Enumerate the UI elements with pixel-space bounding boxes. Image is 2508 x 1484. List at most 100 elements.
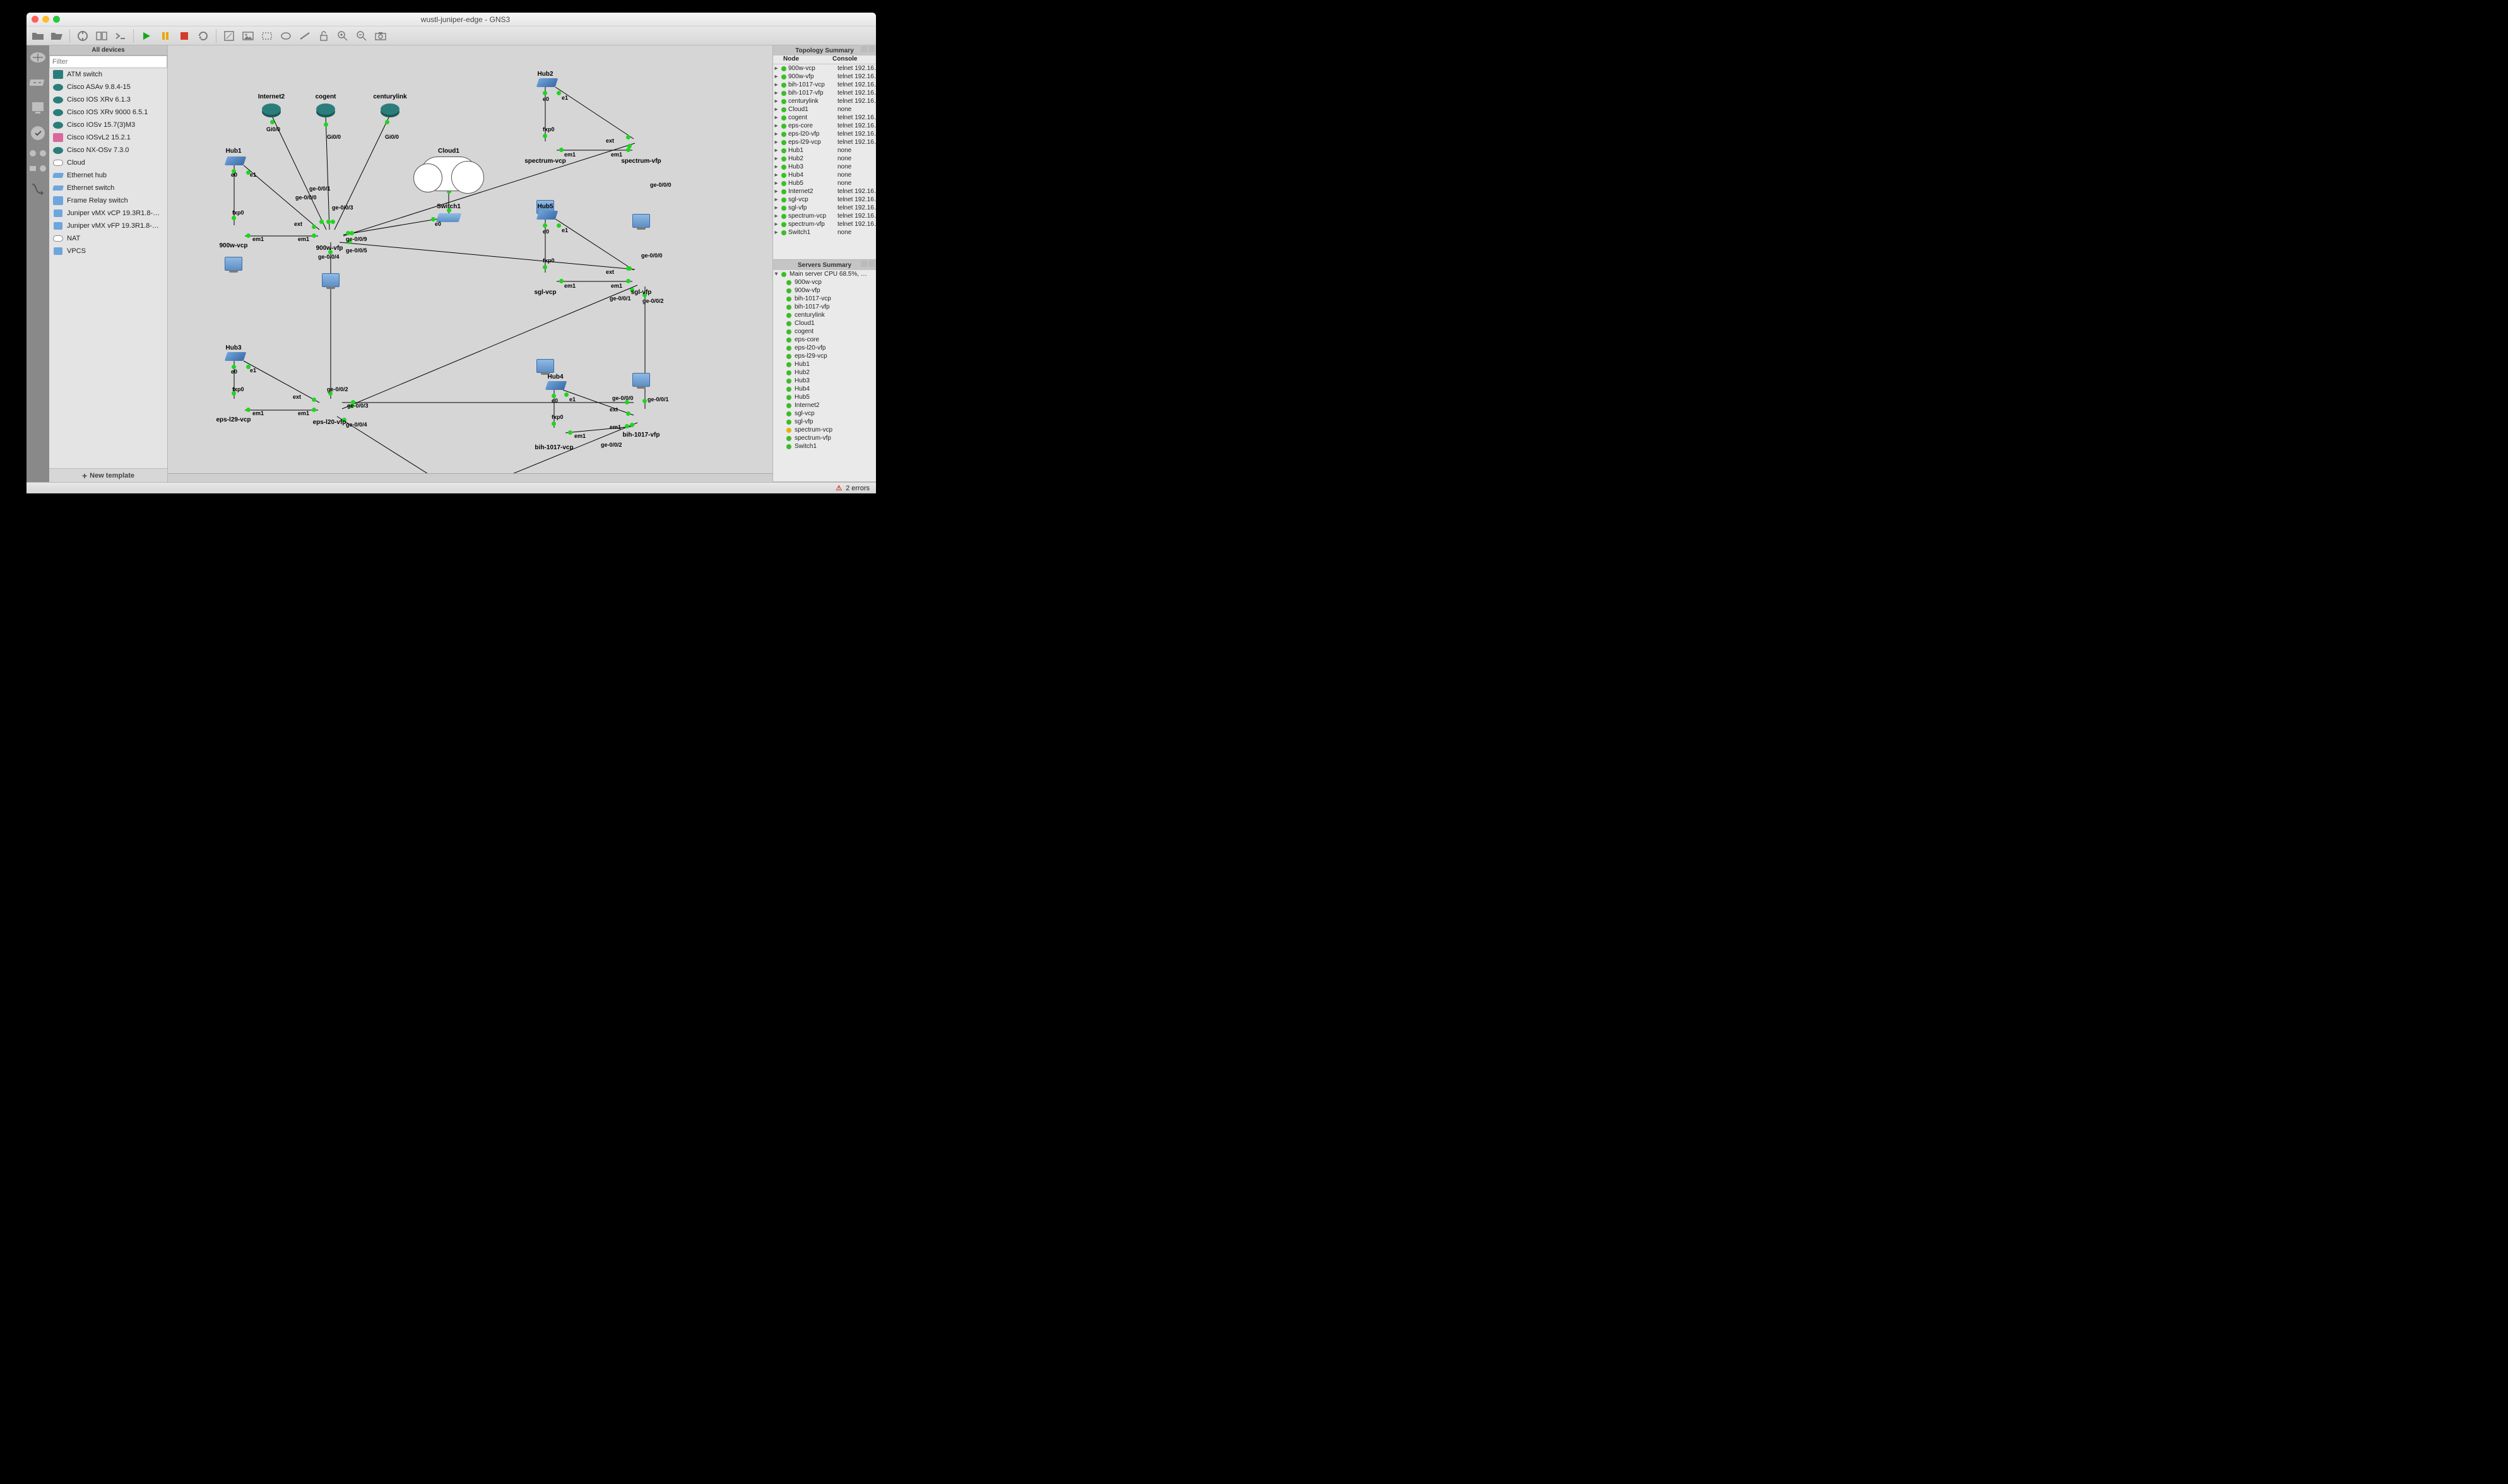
panel-close-icon[interactable] [868, 261, 875, 267]
expand-icon[interactable]: ▸ [773, 73, 779, 80]
device-item[interactable]: Frame Relay switch [49, 194, 167, 207]
server-row[interactable]: eps-l20-vfp [773, 344, 876, 352]
expand-icon[interactable]: ▸ [773, 139, 779, 146]
topology-row[interactable]: ▸eps-l20-vfptelnet 192.16… [773, 130, 876, 138]
topology-row[interactable]: ▸spectrum-vcptelnet 192.16… [773, 212, 876, 220]
device-item[interactable]: Cloud [49, 156, 167, 169]
node-hub4[interactable] [545, 381, 567, 390]
expand-icon[interactable]: ▸ [773, 163, 779, 170]
close-window-button[interactable] [32, 16, 38, 23]
panel-min-icon[interactable] [861, 261, 867, 267]
server-row[interactable]: spectrum-vfp [773, 434, 876, 442]
misc-category-1-button[interactable] [28, 149, 37, 158]
security-devices-category-button[interactable] [28, 124, 47, 143]
node-hub5[interactable] [536, 211, 559, 220]
screenshot-button[interactable] [373, 28, 388, 44]
server-row[interactable]: Hub2 [773, 368, 876, 377]
expand-icon[interactable]: ▸ [773, 180, 779, 187]
topology-row[interactable]: ▸Hub1none [773, 146, 876, 155]
reload-all-button[interactable] [196, 28, 211, 44]
expand-icon[interactable]: ▸ [773, 90, 779, 97]
server-row[interactable]: Hub1 [773, 360, 876, 368]
node-900w-vcp[interactable] [225, 257, 242, 271]
expand-icon[interactable]: ▸ [773, 213, 779, 220]
topology-row[interactable]: ▸Internet2telnet 192.16… [773, 187, 876, 196]
expand-icon[interactable]: ▸ [773, 155, 779, 162]
node-sgl-vcp[interactable] [536, 359, 554, 373]
node-internet2[interactable] [262, 103, 281, 115]
add-link-button[interactable] [28, 179, 47, 198]
topology-row[interactable]: ▸Hub3none [773, 163, 876, 171]
topology-row[interactable]: ▸eps-coretelnet 192.16… [773, 122, 876, 130]
node-hub2[interactable] [536, 78, 559, 87]
server-row[interactable]: Hub5 [773, 393, 876, 401]
topology-canvas[interactable]: Internet2 Gi0/0 cogent Gi0/0 centurylink… [168, 45, 772, 473]
server-row[interactable]: eps-l29-vcp [773, 352, 876, 360]
expand-icon[interactable]: ▸ [773, 122, 779, 129]
expand-icon[interactable]: ▸ [773, 114, 779, 121]
pause-all-button[interactable] [158, 28, 173, 44]
node-cloud1[interactable] [420, 156, 477, 191]
image-tool-button[interactable] [240, 28, 256, 44]
servers-summary-list[interactable]: ▾ Main server CPU 68.5%, … 900w-vcp900w-… [773, 270, 876, 481]
server-row[interactable]: sgl-vfp [773, 418, 876, 426]
topology-row[interactable]: ▸Cloud1none [773, 105, 876, 114]
node-hub3[interactable] [225, 352, 247, 361]
server-row[interactable]: eps-core [773, 336, 876, 344]
node-hub1[interactable] [225, 156, 247, 165]
new-template-button[interactable]: + New template [49, 468, 167, 482]
expand-icon[interactable]: ▸ [773, 106, 779, 113]
device-item[interactable]: Juniper vMX vCP 19.3R1.8-KVM [49, 207, 167, 220]
device-item[interactable]: Cisco IOS XRv 9000 6.5.1 [49, 106, 167, 119]
device-item[interactable]: Cisco IOSvL2 15.2.1 [49, 131, 167, 144]
topology-row[interactable]: ▸900w-vcptelnet 192.16… [773, 64, 876, 73]
topology-row[interactable]: ▸eps-l29-vcptelnet 192.16… [773, 138, 876, 146]
expand-icon[interactable]: ▾ [773, 271, 779, 278]
server-row[interactable]: 900w-vfp [773, 286, 876, 295]
node-sgl-vfp[interactable] [632, 373, 650, 387]
device-item[interactable]: Cisco ASAv 9.8.4-15 [49, 81, 167, 93]
zoom-out-button[interactable] [354, 28, 369, 44]
device-item[interactable]: Juniper vMX vFP 19.3R1.8-KVM [49, 220, 167, 232]
expand-icon[interactable]: ▸ [773, 229, 779, 236]
topology-row[interactable]: ▸Hub2none [773, 155, 876, 163]
expand-icon[interactable]: ▸ [773, 131, 779, 138]
expand-icon[interactable]: ▸ [773, 221, 779, 228]
topology-row[interactable]: ▸bih-1017-vfptelnet 192.16… [773, 89, 876, 97]
expand-icon[interactable]: ▸ [773, 65, 779, 72]
main-server-row[interactable]: ▾ Main server CPU 68.5%, … [773, 270, 876, 278]
stop-all-button[interactable] [177, 28, 192, 44]
topology-row[interactable]: ▸Switch1none [773, 228, 876, 237]
server-row[interactable]: spectrum-vcp [773, 426, 876, 434]
device-item[interactable]: Ethernet hub [49, 169, 167, 182]
server-row[interactable]: Internet2 [773, 401, 876, 409]
topology-row[interactable]: ▸spectrum-vfptelnet 192.16… [773, 220, 876, 228]
show-labels-button[interactable] [94, 28, 109, 44]
expand-icon[interactable]: ▸ [773, 196, 779, 203]
device-item[interactable]: ATM switch [49, 68, 167, 81]
error-count[interactable]: 2 errors [846, 485, 870, 492]
expand-icon[interactable]: ▸ [773, 204, 779, 211]
end-devices-category-button[interactable] [28, 98, 47, 117]
console-all-button[interactable] [113, 28, 128, 44]
server-row[interactable]: centurylink [773, 311, 876, 319]
expand-icon[interactable]: ▸ [773, 81, 779, 88]
misc-category-3-button[interactable] [28, 164, 37, 173]
topology-row[interactable]: ▸bih-1017-vcptelnet 192.16… [773, 81, 876, 89]
topology-row[interactable]: ▸cogenttelnet 192.16… [773, 114, 876, 122]
server-row[interactable]: bih-1017-vfp [773, 303, 876, 311]
start-all-button[interactable] [139, 28, 154, 44]
topology-row[interactable]: ▸900w-vfptelnet 192.16… [773, 73, 876, 81]
server-row[interactable]: sgl-vcp [773, 409, 876, 418]
device-list[interactable]: ATM switchCisco ASAv 9.8.4-15Cisco IOS X… [49, 68, 167, 468]
zoom-in-button[interactable] [335, 28, 350, 44]
panel-min-icon[interactable] [861, 46, 867, 52]
topology-row[interactable]: ▸sgl-vfptelnet 192.16… [773, 204, 876, 212]
device-item[interactable]: Cisco IOS XRv 6.1.3 [49, 93, 167, 106]
topology-row[interactable]: ▸centurylinktelnet 192.16… [773, 97, 876, 105]
lock-button[interactable] [316, 28, 331, 44]
server-row[interactable]: 900w-vcp [773, 278, 876, 286]
node-900w-vfp[interactable] [322, 273, 340, 287]
topology-row[interactable]: ▸Hub5none [773, 179, 876, 187]
open-project-button[interactable] [30, 28, 45, 44]
